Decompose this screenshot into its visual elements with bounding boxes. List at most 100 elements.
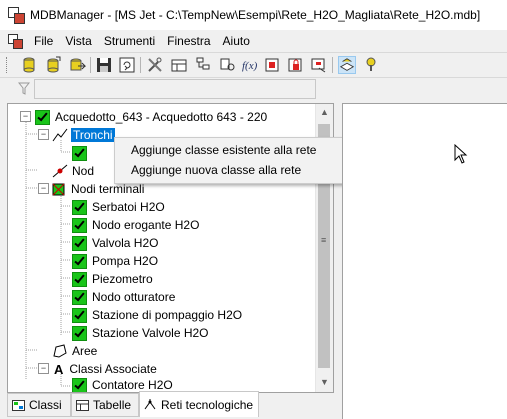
tab-classi[interactable]: Classi (7, 393, 71, 417)
network-tab-icon (144, 399, 156, 410)
tree-node-label: Piezometro (92, 272, 153, 286)
tree-node-terminale[interactable]: Valvola H2O (72, 234, 158, 252)
toolbar-separator (140, 57, 141, 73)
menu-bar: File Vista Strumenti Finestra Aiuto (0, 31, 507, 51)
checkbox-checked-icon[interactable] (72, 325, 87, 341)
tree-node-label: Serbatoi H2O (92, 200, 165, 214)
db-open-icon[interactable] (20, 56, 38, 74)
info-icon[interactable] (362, 56, 380, 74)
checkbox-checked-icon[interactable] (72, 145, 87, 161)
scroll-grip-icon: ≡ (321, 235, 327, 245)
tab-label: Classi (29, 398, 62, 412)
db-new-icon[interactable] (44, 56, 62, 74)
checkbox-checked-icon[interactable] (72, 199, 87, 215)
checkbox-checked-icon[interactable] (72, 271, 87, 287)
tree-node-label: Stazione di pompaggio H2O (92, 308, 243, 322)
terminal-node-icon (52, 183, 65, 196)
tab-reti-tecnologiche[interactable]: Reti tecnologiche (139, 391, 259, 417)
function-icon[interactable]: f(x) (241, 56, 259, 74)
tree-node-terminale[interactable]: Nodo erogante H2O (72, 216, 199, 234)
export-icon[interactable] (310, 56, 328, 74)
tab-label: Tabelle (93, 398, 132, 412)
tree-node-label: Acquedotto_643 - Acquedotto 643 - 220 (55, 110, 268, 124)
key-icon[interactable] (218, 56, 236, 74)
context-menu: Aggiunge classe esistente alla rete Aggi… (114, 137, 370, 184)
save-icon[interactable] (95, 56, 113, 74)
checkbox-checked-icon[interactable] (72, 289, 87, 305)
menu-vista[interactable]: Vista (59, 34, 97, 48)
refresh-icon[interactable] (118, 56, 136, 74)
layer-icon[interactable] (338, 56, 356, 74)
tree-node-label: Nodo otturatore (92, 290, 176, 304)
filter-icon[interactable] (18, 82, 30, 96)
context-menu-add-new[interactable]: Aggiunge nuova classe alla rete (131, 161, 301, 179)
toolbar-grip[interactable] (6, 57, 10, 73)
expander-tronchi[interactable]: − (38, 129, 49, 140)
tools-icon[interactable] (146, 56, 164, 74)
table-icon[interactable] (170, 56, 188, 74)
tree-node-label: Contatore H2O (92, 378, 173, 392)
tree-node-label: Nodo erogante H2O (92, 218, 200, 232)
detail-panel (342, 103, 507, 419)
tree-node-label: Nod (72, 164, 95, 178)
tab-strip: Classi Tabelle Reti tecnologiche (7, 391, 337, 418)
tree-node-label: Valvola H2O (92, 236, 159, 250)
checkbox-checked-icon[interactable] (35, 109, 50, 125)
checkbox-checked-icon[interactable] (72, 235, 87, 251)
tree-node-label: Pompa H2O (92, 254, 159, 268)
tree-node-tronchi[interactable]: Tronchi (52, 126, 115, 144)
app-icon (8, 7, 25, 24)
checkbox-checked-icon[interactable] (72, 307, 87, 323)
filter-toolbar (0, 77, 507, 101)
area-icon (53, 344, 67, 358)
scroll-up-icon[interactable]: ▲ (316, 104, 333, 121)
tree-node-label: Aree (72, 344, 98, 358)
tree-node-aree[interactable]: Aree (52, 342, 97, 360)
expander-nodi-terminali[interactable]: − (38, 183, 49, 194)
menu-aiuto[interactable]: Aiuto (217, 34, 256, 48)
mdi-child-icon[interactable] (8, 34, 23, 49)
scroll-down-icon[interactable]: ▼ (316, 374, 333, 391)
context-menu-add-existing[interactable]: Aggiunge classe esistente alla rete (131, 141, 316, 159)
filter-input[interactable] (34, 79, 316, 99)
window-title: MDBManager - [MS Jet - C:\TempNew\Esempi… (30, 8, 481, 22)
checkbox-checked-icon[interactable] (72, 378, 87, 392)
checkbox-checked-icon[interactable] (72, 217, 87, 233)
menu-strumenti[interactable]: Strumenti (98, 34, 161, 48)
tree-node-contatore[interactable]: Contatore H2O (72, 378, 173, 392)
db-attach-icon[interactable] (68, 56, 86, 74)
tree-node-terminale[interactable]: Nodo otturatore (72, 288, 175, 306)
tree-node-label: Stazione Valvole H2O (92, 326, 209, 340)
tree-node-terminale[interactable]: Serbatoi H2O (72, 198, 165, 216)
tree-node-label-selected: Tronchi (71, 128, 115, 142)
tree-node-tronchi-child[interactable] (72, 144, 92, 162)
network-icon[interactable] (264, 56, 282, 74)
tree-node-terminale[interactable]: Stazione di pompaggio H2O (72, 306, 242, 324)
lock-icon[interactable] (287, 56, 305, 74)
tree-node-classi-associate[interactable]: A Classi Associate (52, 360, 157, 378)
tree-node-root[interactable]: Acquedotto_643 - Acquedotto 643 - 220 (35, 108, 267, 126)
expander-classi-associate[interactable]: − (38, 363, 49, 374)
mouse-cursor-icon (454, 144, 468, 164)
tree-node-label: Nodi terminali (71, 182, 145, 196)
tree-node-terminale[interactable]: Piezometro (72, 270, 153, 288)
tree-node-terminale[interactable]: Pompa H2O (72, 252, 158, 270)
polyline-icon (52, 128, 68, 142)
checkbox-checked-icon[interactable] (72, 253, 87, 269)
menu-finestra[interactable]: Finestra (161, 34, 216, 48)
toolbar: f(x) (0, 52, 507, 78)
expander-root[interactable]: − (20, 111, 31, 122)
title-bar: MDBManager - [MS Jet - C:\TempNew\Esempi… (0, 0, 507, 30)
tree-node-nodi[interactable]: Nod (52, 162, 94, 180)
tab-label: Reti tecnologiche (161, 397, 254, 412)
svg-text:f(x): f(x) (242, 60, 258, 72)
node-icon (52, 164, 68, 178)
text-class-icon: A (54, 361, 64, 377)
panel-splitter[interactable] (335, 101, 341, 418)
table-tab-icon (76, 399, 89, 411)
tree-icon[interactable] (194, 56, 212, 74)
tree-node-label: Classi Associate (69, 362, 157, 376)
tab-tabelle[interactable]: Tabelle (71, 393, 139, 417)
menu-file[interactable]: File (28, 34, 59, 48)
tree-node-terminale[interactable]: Stazione Valvole H2O (72, 324, 209, 342)
